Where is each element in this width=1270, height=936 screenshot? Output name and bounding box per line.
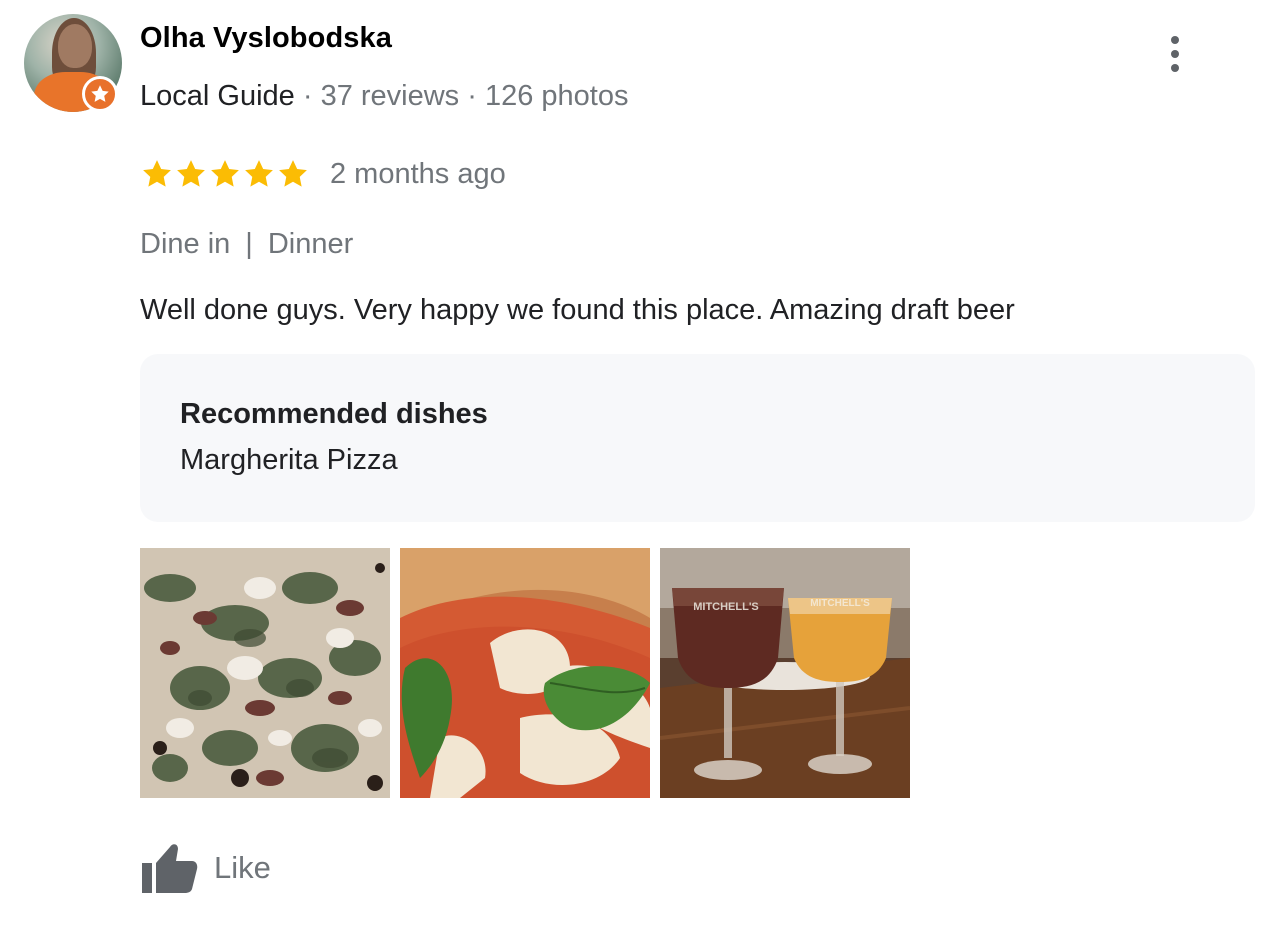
star-icon bbox=[177, 160, 205, 187]
star-rating bbox=[140, 157, 310, 191]
review-photo[interactable] bbox=[140, 548, 390, 798]
review-photos: MITCHELL'S MITCHELL'S bbox=[140, 548, 910, 798]
star-icon bbox=[279, 160, 307, 187]
service-separator: | bbox=[245, 228, 253, 260]
glass-text: MITCHELL'S bbox=[810, 598, 870, 609]
review-time: 2 months ago bbox=[330, 157, 506, 190]
thumb-up-icon bbox=[142, 844, 198, 893]
like-button[interactable]: Like bbox=[140, 840, 271, 896]
glass-text: MITCHELL'S bbox=[693, 601, 759, 613]
recommended-dishes-title: Recommended dishes bbox=[180, 398, 488, 430]
meal-type: Dinner bbox=[267, 228, 354, 260]
meta-separator: · bbox=[459, 80, 485, 112]
local-guide-badge-icon bbox=[82, 76, 118, 112]
service-type: Dine in bbox=[140, 228, 231, 260]
review-photo[interactable]: MITCHELL'S MITCHELL'S bbox=[660, 548, 910, 798]
more-vert-icon[interactable] bbox=[1158, 32, 1192, 76]
photo-count: 126 photos bbox=[484, 80, 629, 112]
star-icon bbox=[245, 160, 273, 187]
star-icon bbox=[211, 160, 239, 187]
service-info: Dine in | Dinner bbox=[140, 228, 353, 261]
reviewer-meta: Local Guide · 37 reviews · 126 photos bbox=[140, 80, 628, 113]
review-count: 37 reviews bbox=[320, 80, 460, 112]
star-icon bbox=[143, 160, 171, 187]
review-photo[interactable] bbox=[400, 548, 650, 798]
recommended-dishes-box: Recommended dishes Margherita Pizza bbox=[140, 354, 1255, 522]
rating-row: 2 months ago bbox=[140, 154, 506, 194]
review-text: Well done guys. Very happy we found this… bbox=[140, 294, 1015, 326]
meta-separator: · bbox=[294, 80, 321, 112]
reviewer-name[interactable]: Olha Vyslobodska bbox=[140, 22, 392, 55]
recommended-dish: Margherita Pizza bbox=[180, 444, 398, 476]
local-guide-label: Local Guide bbox=[140, 80, 295, 112]
avatar-face bbox=[58, 24, 92, 68]
like-label: Like bbox=[214, 850, 271, 885]
